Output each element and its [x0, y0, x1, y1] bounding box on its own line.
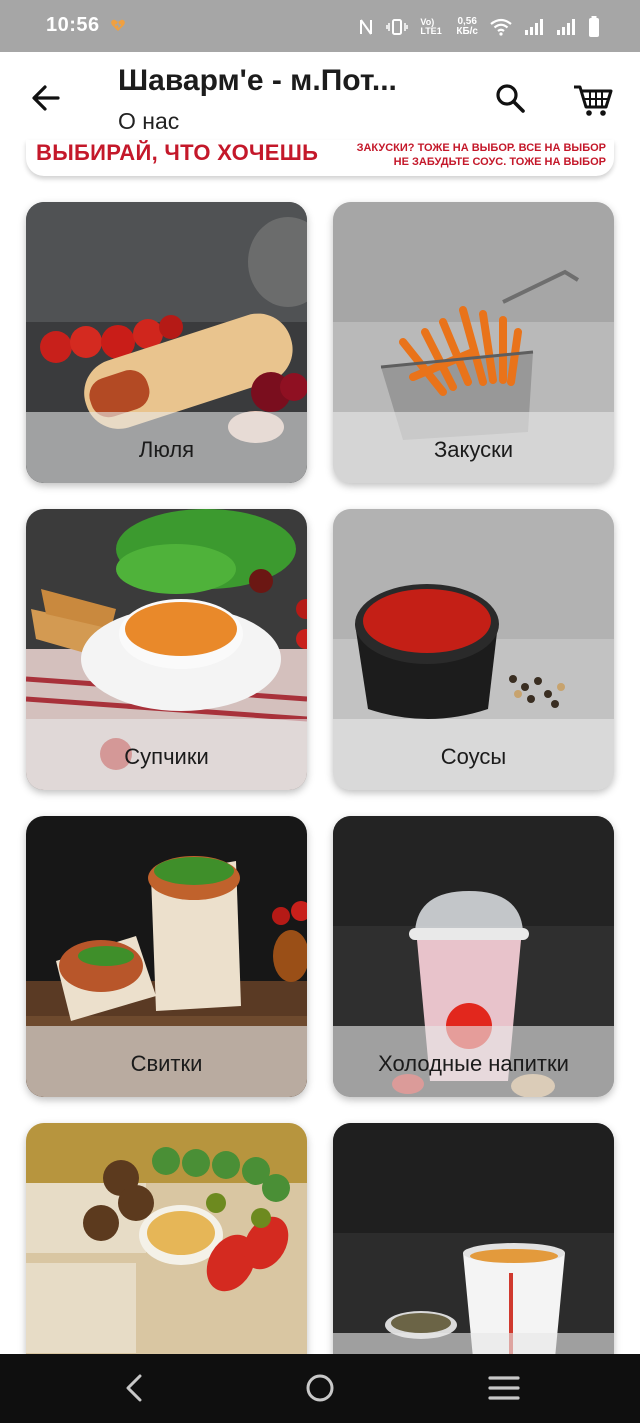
nfc-icon: [360, 19, 373, 35]
category-label-bar: Свитки: [26, 1026, 307, 1097]
back-button[interactable]: [22, 76, 70, 120]
app-bar: Шаварм'е - м.Пот... О нас: [0, 52, 640, 140]
cart-button[interactable]: [568, 74, 618, 122]
category-card-cold-drinks[interactable]: Холодные напитки: [333, 816, 614, 1097]
banner-tagline: ЗАКУСКИ? ТОЖЕ НА ВЫБОР. ВСЕ НА ВЫБОР НЕ …: [357, 141, 606, 169]
network-speed: 0,56 КБ/с: [456, 17, 478, 37]
status-time: 10:56: [46, 14, 100, 36]
signal-icon: [525, 19, 543, 35]
category-card-platter[interactable]: [26, 1123, 307, 1358]
signal-icon: [557, 19, 575, 35]
category-label-bar: Соусы: [333, 719, 614, 790]
category-label: Холодные напитки: [378, 1050, 569, 1076]
category-card-svitki[interactable]: Свитки: [26, 816, 307, 1097]
banner-tagline-line2: НЕ ЗАБУДЬТЕ СОУС. ТОЖЕ НА ВЫБОР: [393, 156, 606, 168]
category-label-bar: Холодные напитки: [333, 1026, 614, 1097]
wifi-icon: [490, 18, 512, 36]
category-card-supchiki[interactable]: Супчики: [26, 509, 307, 790]
system-icons: Vo) LTE1 0,56 КБ/с: [358, 14, 600, 40]
category-label: Закуски: [433, 436, 514, 462]
heart-icon: [111, 19, 125, 31]
category-label-bar: Супчики: [26, 719, 307, 790]
platter-image: [26, 1123, 307, 1358]
back-nav-icon: [126, 1374, 142, 1402]
hot-drink-cup-image: [333, 1123, 614, 1358]
cart-icon: [574, 85, 613, 116]
arrow-left-icon: [32, 85, 60, 111]
nav-menu-button[interactable]: [474, 1366, 534, 1410]
category-label: Соусы: [440, 743, 507, 769]
category-label-bar: Люля: [26, 412, 307, 483]
lte-indicator: Vo) LTE1: [420, 17, 442, 36]
category-label: Люля: [138, 436, 195, 462]
search-icon: [496, 84, 525, 113]
speed-unit: КБ/с: [456, 26, 478, 37]
status-bar: 10:56 Vo) LTE1 0,56 КБ/с: [0, 0, 640, 52]
nav-home-button[interactable]: [290, 1366, 350, 1410]
page-title: Шаварм'е - м.Пот...: [118, 64, 397, 97]
promo-banner[interactable]: ВЫБИРАЙ, ЧТО ХОЧЕШЬ ЗАКУСКИ? ТОЖЕ НА ВЫБ…: [26, 140, 614, 176]
search-button[interactable]: [486, 76, 534, 120]
category-card-zakuski[interactable]: Закуски: [333, 202, 614, 483]
banner-tagline-line1: ЗАКУСКИ? ТОЖЕ НА ВЫБОР. ВСЕ НА ВЫБОР: [356, 142, 606, 154]
category-label-bar: Закуски: [333, 412, 614, 483]
battery-icon: [589, 16, 599, 37]
home-nav-icon: [306, 1374, 334, 1402]
banner-headline: ВЫБИРАЙ, ЧТО ХОЧЕШЬ: [36, 140, 319, 165]
system-nav-bar: [0, 1354, 640, 1423]
nav-back-button[interactable]: [104, 1366, 164, 1410]
category-card-sousy[interactable]: Соусы: [333, 509, 614, 790]
menu-nav-icon: [488, 1376, 520, 1400]
category-label: Супчики: [124, 743, 209, 769]
vibrate-icon: [386, 19, 409, 35]
category-card-hot-drinks[interactable]: [333, 1123, 614, 1358]
category-card-lulya[interactable]: Люля: [26, 202, 307, 483]
category-label: Свитки: [130, 1050, 203, 1076]
page-subtitle[interactable]: О нас: [118, 108, 179, 135]
